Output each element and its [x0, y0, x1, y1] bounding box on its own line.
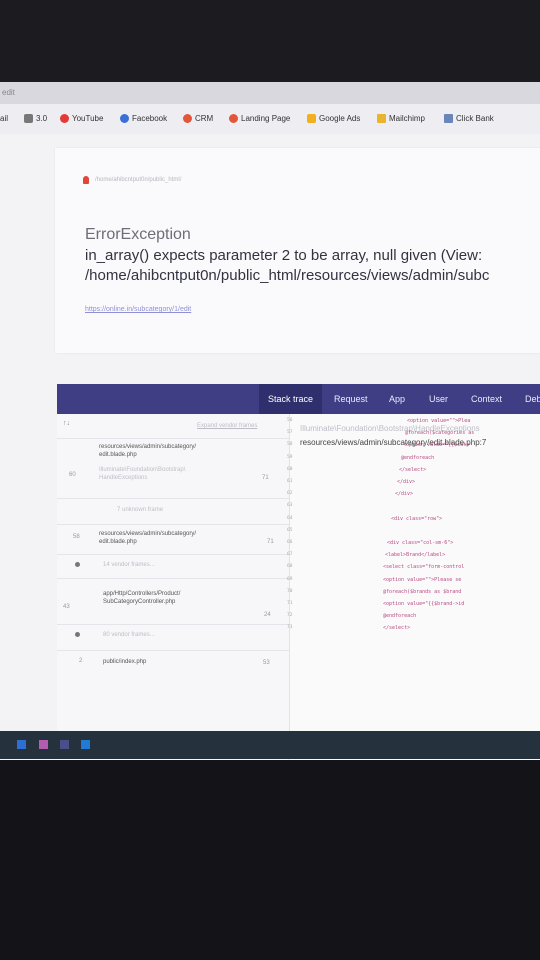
tab-stack-trace[interactable]: Stack trace [259, 384, 323, 414]
code-line: @endforeach [401, 454, 435, 461]
doc-icon [24, 114, 33, 123]
code-line: <label>Brand</label> [385, 552, 446, 559]
tab-user[interactable]: User [429, 394, 448, 404]
code-line-number: 67 [287, 552, 293, 558]
error-page: /home/ahibcntput0n/public_html/ ErrorExc… [0, 134, 540, 760]
error-card: /home/ahibcntput0n/public_html/ ErrorExc… [55, 148, 540, 353]
code-line-number: 72 [287, 613, 293, 619]
bookmark-click-bank[interactable]: Click Bank [444, 114, 494, 123]
bookmark-google-ads[interactable]: Google Ads [307, 114, 360, 123]
exception-message-line: /home/ahibcntput0n/public_html/resources… [85, 267, 490, 284]
code-line: </select> [383, 625, 411, 632]
landing-icon [229, 114, 238, 123]
bookmark-landing-page[interactable]: Landing Page [229, 114, 290, 123]
code-line-number: 60 [287, 466, 293, 472]
code-line: <div class="col-sm-6"> [387, 540, 454, 546]
code-line: <option value="{{$cate [403, 442, 470, 449]
tab-bar: Stack trace Request App User Context Deb [57, 384, 540, 414]
bookmark-youtube[interactable]: YouTube [60, 114, 103, 123]
exception-message: in_array() expects parameter 2 to be arr… [85, 246, 540, 286]
bookmark-label: Click Bank [456, 114, 494, 123]
google-ads-icon [307, 114, 316, 123]
code-line-number: 59 [287, 454, 293, 460]
app-icon[interactable] [81, 740, 90, 749]
code-line-number: 62 [287, 491, 293, 497]
code-line-number: 66 [287, 540, 293, 545]
code-line-number: 61 [287, 479, 293, 484]
bookmark-label: Facebook [132, 114, 168, 123]
error-path-text: /home/ahibcntput0n/public_html/ [95, 177, 182, 183]
code-line-number: 58 [287, 442, 293, 448]
bookmark-label: 3.0 [36, 114, 48, 123]
code-line-number: 69 [287, 576, 293, 582]
code-line-number: 73 [287, 625, 293, 631]
tab-request[interactable]: Request [334, 394, 368, 404]
code-line: <option value="{{$brand->id [383, 601, 465, 607]
code-line-number: 71 [287, 601, 293, 606]
bookmark-3-0[interactable]: 3.0 [24, 114, 47, 123]
code-line: @endforeach [383, 613, 417, 620]
code-line: <option value="">Plea [407, 418, 471, 424]
request-url-link[interactable]: https://online.in/subcategory/1/edit [85, 306, 191, 313]
code-line: @foreach($categories as [405, 430, 475, 437]
code-snippet: 56 <option value="">Plea 57 @foreach($categ… [57, 414, 540, 760]
stack-trace-panel: ↑↓ Expand vendor frames resources/views/… [57, 414, 540, 760]
bookmarks-bar: ail 3.0 YouTube Facebook CRM Landing Pag… [0, 104, 540, 135]
code-line: </select> [399, 466, 427, 473]
tab-title-fragment: edit [2, 88, 15, 97]
tab-context[interactable]: Context [471, 394, 502, 404]
app-icon[interactable] [60, 740, 69, 749]
bookmark-label: Landing Page [241, 114, 291, 123]
bookmark-facebook[interactable]: Facebook [120, 114, 167, 123]
code-line: @foreach($brands as $brand [383, 588, 462, 595]
bookmark-label: ail [0, 114, 9, 123]
crm-icon [183, 114, 192, 123]
bookmark-label: CRM [195, 114, 214, 123]
code-line-number: 56 [287, 418, 293, 423]
code-line-number: 68 [287, 564, 293, 570]
ignition-logo-icon [83, 176, 89, 184]
facebook-icon [120, 114, 129, 123]
bookmark-label: YouTube [72, 114, 104, 123]
youtube-icon [60, 114, 69, 123]
bookmark-mailchimp[interactable]: Mailchimp [377, 114, 425, 123]
exception-message-line: in_array() expects parameter 2 to be arr… [85, 247, 483, 264]
app-icon[interactable] [39, 740, 48, 749]
code-line-number: 65 [287, 527, 293, 533]
bookmark-label: Google Ads [319, 114, 361, 123]
code-line: <div class="row"> [391, 515, 443, 522]
exception-type: ErrorException [85, 226, 191, 243]
code-line-number: 57 [287, 430, 293, 436]
tab-debug[interactable]: Deb [525, 394, 540, 404]
bookmark-crm[interactable]: CRM [183, 114, 213, 123]
code-line: </div> [397, 479, 416, 485]
monitor-screen: edit ail 3.0 YouTube Facebook CRM Landin… [0, 82, 540, 760]
code-line-number: 64 [287, 515, 293, 521]
start-icon[interactable] [17, 740, 26, 749]
code-line-number: 70 [287, 588, 293, 594]
dark-bezel-top [0, 0, 540, 82]
mailchimp-icon [377, 114, 386, 123]
bookmark-label: Mailchimp [389, 114, 426, 123]
code-line: </div> [395, 491, 414, 498]
error-path: /home/ahibcntput0n/public_html/ [83, 176, 181, 184]
code-line: <select class="form-control [383, 564, 465, 571]
taskbar [0, 731, 540, 759]
clickbank-icon [444, 114, 453, 123]
browser-titlebar: edit [0, 82, 540, 104]
code-line: <option value="">Please se [383, 576, 462, 583]
code-line-number: 63 [287, 503, 293, 509]
bookmark-mail[interactable]: ail [0, 114, 8, 123]
tab-app[interactable]: App [389, 394, 405, 404]
